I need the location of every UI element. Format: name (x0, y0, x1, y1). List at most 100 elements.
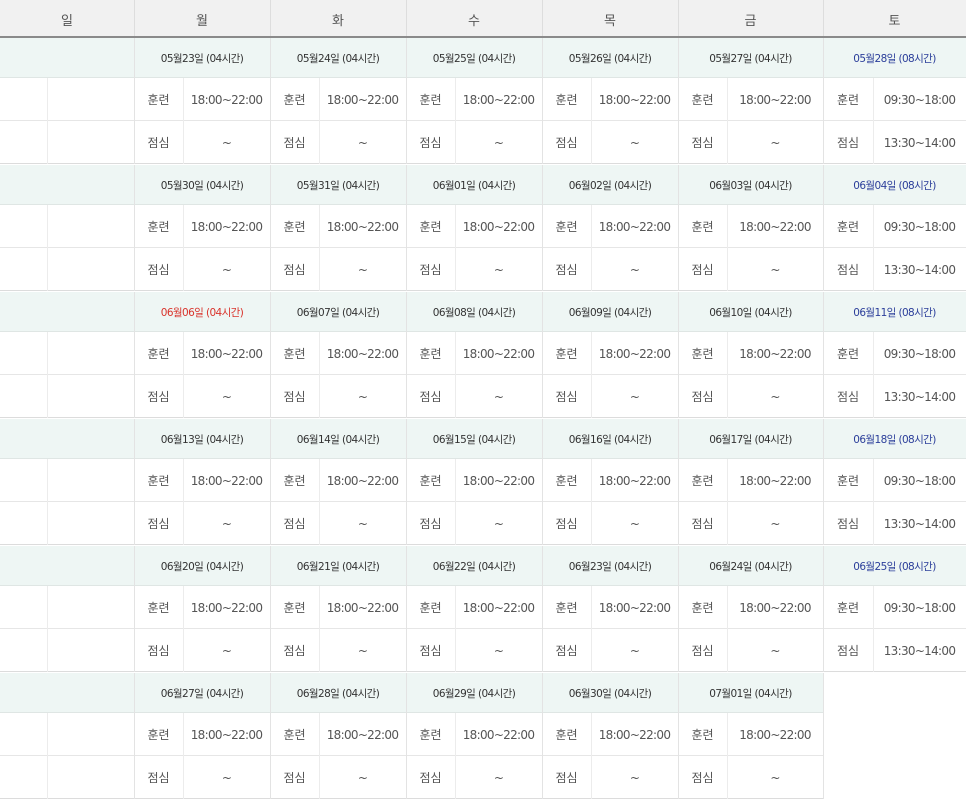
lunch-time: ~ (357, 262, 368, 277)
training-time: 09:30~18:00 (883, 346, 956, 361)
inner-rule (591, 205, 592, 291)
schedule-date: 05월31일 (04시간) (270, 165, 406, 205)
sunday-empty-cell (0, 629, 47, 672)
training-time: 18:00~22:00 (598, 92, 671, 107)
lunch-time: ~ (493, 135, 504, 150)
column-rule (270, 292, 271, 418)
schedule-date: 05월28일 (08시간) (823, 38, 966, 78)
inner-rule (727, 205, 728, 291)
lunch-label: 점심 (691, 644, 714, 658)
schedule-date: 06월02일 (04시간) (542, 165, 678, 205)
sunday-empty-cell (0, 375, 47, 418)
inner-rule (319, 332, 320, 418)
inner-rule (591, 332, 592, 418)
column-rule (406, 419, 407, 545)
column-rule (134, 673, 135, 799)
inner-rule (183, 713, 184, 799)
lunch-label: 점심 (691, 771, 714, 785)
schedule-date: 06월03일 (04시간) (678, 165, 823, 205)
row-rule (0, 374, 966, 375)
training-label: 훈련 (836, 474, 860, 488)
lunch-label: 점심 (419, 771, 442, 785)
sunday-empty-cell (0, 502, 47, 545)
column-rule (678, 419, 679, 545)
training-label: 훈련 (836, 347, 860, 361)
column-rule (406, 546, 407, 672)
column-rule (134, 419, 135, 545)
lunch-time: ~ (221, 770, 232, 785)
training-label: 훈련 (555, 220, 578, 234)
lunch-time: ~ (629, 135, 640, 150)
sunday-empty-cell (0, 756, 47, 799)
training-label: 훈련 (147, 347, 170, 361)
training-label: 훈련 (283, 347, 306, 361)
column-rule (678, 292, 679, 418)
inner-rule (727, 586, 728, 672)
inner-rule (319, 586, 320, 672)
lunch-label: 점심 (283, 517, 306, 531)
schedule-date: 05월23일 (04시간) (134, 38, 270, 78)
training-label: 훈련 (555, 728, 578, 742)
date-row-rule (0, 585, 966, 586)
schedule-date: 06월16일 (04시간) (542, 419, 678, 459)
lunch-time: ~ (357, 389, 368, 404)
lunch-time: ~ (770, 262, 780, 277)
sunday-empty-cell (0, 205, 47, 248)
training-time: 09:30~18:00 (883, 473, 956, 488)
inner-rule (319, 78, 320, 164)
schedule-date: 05월30일 (04시간) (134, 165, 270, 205)
training-time: 18:00~22:00 (190, 92, 263, 107)
lunch-label: 점심 (555, 136, 578, 150)
schedule-date: 06월24일 (04시간) (678, 546, 823, 586)
weekday-header: 금 (678, 0, 823, 38)
inner-rule (591, 459, 592, 545)
sunday-empty-cell (0, 332, 47, 375)
row-rule (0, 628, 966, 629)
inner-rule (873, 586, 874, 672)
sunday-empty-cell (47, 375, 134, 418)
lunch-time: ~ (357, 135, 368, 150)
inner-rule (591, 78, 592, 164)
schedule-date: 06월25일 (08시간) (823, 546, 966, 586)
inner-rule (727, 459, 728, 545)
column-rule (270, 546, 271, 672)
training-time: 18:00~22:00 (326, 219, 399, 234)
training-label: 훈련 (283, 728, 306, 742)
lunch-time: 13:30~14:00 (883, 643, 956, 658)
lunch-time: 13:30~14:00 (883, 262, 956, 277)
lunch-time: ~ (770, 643, 780, 658)
week-rule (0, 544, 966, 545)
training-time: 18:00~22:00 (598, 346, 671, 361)
lunch-label: 점심 (419, 263, 442, 277)
training-time: 18:00~22:00 (326, 600, 399, 615)
schedule-date: 06월10일 (04시간) (678, 292, 823, 332)
lunch-label: 점심 (419, 644, 442, 658)
lunch-time: ~ (493, 516, 504, 531)
lunch-time: ~ (629, 770, 640, 785)
training-label: 훈련 (836, 220, 860, 234)
schedule-date: 06월06일 (04시간) (134, 292, 270, 332)
schedule-date: 06월04일 (08시간) (823, 165, 966, 205)
inner-rule (183, 332, 184, 418)
lunch-label: 점심 (691, 263, 714, 277)
schedule-date: 05월24일 (04시간) (270, 38, 406, 78)
lunch-label: 점심 (836, 644, 860, 658)
lunch-label: 점심 (147, 644, 170, 658)
sunday-empty-cell (47, 629, 134, 672)
header-column-rule (678, 0, 679, 38)
row-rule (0, 501, 966, 502)
sunday-empty-cell (0, 459, 47, 502)
training-label: 훈련 (419, 728, 442, 742)
schedule-date: 06월13일 (04시간) (134, 419, 270, 459)
sunday-empty-cell (47, 713, 134, 756)
inner-rule (727, 78, 728, 164)
training-label: 훈련 (691, 728, 714, 742)
lunch-label: 점심 (555, 771, 578, 785)
date-row-rule (0, 331, 966, 332)
lunch-label: 점심 (555, 517, 578, 531)
lunch-label: 점심 (836, 136, 860, 150)
schedule-date: 06월30일 (04시간) (542, 673, 678, 713)
column-rule (542, 38, 543, 164)
schedule-date: 05월26일 (04시간) (542, 38, 678, 78)
training-label: 훈련 (419, 601, 442, 615)
